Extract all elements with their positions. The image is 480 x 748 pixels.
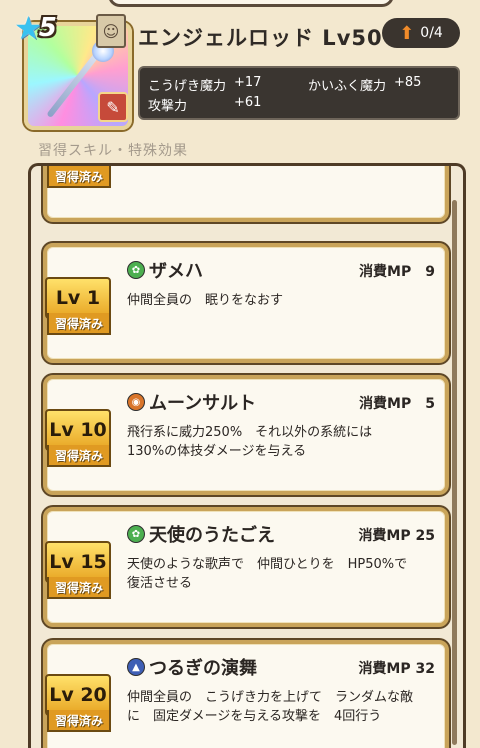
mp-cost: 消費MP 9 [359,264,435,280]
scrollbar[interactable] [452,200,457,745]
skill-description: 仲間全員の 眠りをなおす [127,293,284,308]
stat-label: 攻撃力 [148,99,188,114]
skill-name: つるぎの演舞 [149,658,257,679]
stat-value: +17 [234,75,262,90]
skill-card[interactable]: Lv 10 習得済み ◉ ムーンサルト 消費MP 5 飛行系に威力250% それ… [43,375,449,495]
skill-description: 飛行系に威力250% それ以外の系統には 130%の体技ダメージを与える [127,425,373,459]
mp-cost: 消費MP 32 [358,661,435,677]
learned-label: 習得済み [47,313,111,335]
mp-cost: 消費MP 5 [359,396,435,412]
stat-label: かいふく魔力 [308,79,387,94]
top-panel-edge [108,0,394,7]
level-badge: Lv 10 習得済み [45,409,111,471]
skill-header: ✿ ザメハ [127,257,203,283]
skill-card[interactable]: Lv 1 習得済み ✿ ザメハ 消費MP 9 仲間全員の 眠りをなおす [43,243,449,363]
wind-element-icon: ✿ [127,525,145,543]
skill-card[interactable]: Lv 15 習得済み ✿ 天使のうたごえ 消費MP 25 天使のような歌声で 仲… [43,507,449,627]
level-badge: Lv 20 習得済み [45,674,111,736]
stat-label: こうげき魔力 [148,79,227,94]
learned-label: 習得済み [47,577,111,599]
stat-attack: 攻撃力 +61 [148,95,261,114]
character-portrait-icon: ☺ [96,14,126,48]
learned-label: 習得済み [47,445,111,467]
stat-value: +61 [234,95,262,110]
buff-element-icon: ▲ [127,658,145,676]
skill-list[interactable]: 習得済み Lv 1 習得済み ✿ ザメハ 消費MP 9 仲間全員の 眠りをなおす… [28,163,466,748]
staff-type-icon: ✎ [98,92,128,122]
section-title: 習得スキル・特殊効果 [38,143,188,159]
skill-card[interactable]: Lv 20 習得済み ▲ つるぎの演舞 消費MP 32 仲間全員の こうげき力を… [43,640,449,748]
level-badge: Lv 15 習得済み [45,541,111,603]
skill-card-partial[interactable]: 習得済み [43,166,449,222]
skill-name: ザメハ [149,261,203,282]
skill-header: ▲ つるぎの演舞 [127,654,257,680]
stat-magic-attack: こうげき魔力 +17 [148,75,261,94]
physical-element-icon: ◉ [127,393,145,411]
rarity-badge: ★ 5 [14,12,70,44]
wind-element-icon: ✿ [127,261,145,279]
upgrade-count: 0/4 [420,25,443,41]
skill-name: 天使のうたごえ [149,525,275,546]
skill-description: 仲間全員の こうげき力を上げて ランダムな敵 に 固定ダメージを与える攻撃を 4… [127,690,414,724]
mp-cost: 消費MP 25 [358,528,435,544]
upgrade-arrow-icon: ⬆ [399,22,415,44]
weapon-header: ✎ ★ 5 ☺ エンジェルロッド Lv50 ⬆ 0/4 こうげき魔力 +17 攻… [0,0,480,135]
skill-header: ◉ ムーンサルト [127,389,256,415]
level-badge: 習得済み [45,166,111,192]
stats-panel: こうげき魔力 +17 攻撃力 +61 かいふく魔力 +85 [138,66,460,120]
skill-description: 天使のような歌声で 仲間ひとりを HP50%で 復活させる [127,557,408,591]
learned-label: 習得済み [47,166,111,188]
skill-header: ✿ 天使のうたごえ [127,521,275,547]
rarity-number: 5 [38,13,57,43]
skill-name: ムーンサルト [149,393,257,414]
upgrade-counter[interactable]: ⬆ 0/4 [382,18,460,48]
stat-value: +85 [394,75,422,90]
weapon-name: エンジェルロッド Lv50 [138,26,383,50]
learned-label: 習得済み [47,710,111,732]
level-badge: Lv 1 習得済み [45,277,111,339]
stat-heal-magic: かいふく魔力 +85 [308,75,421,94]
